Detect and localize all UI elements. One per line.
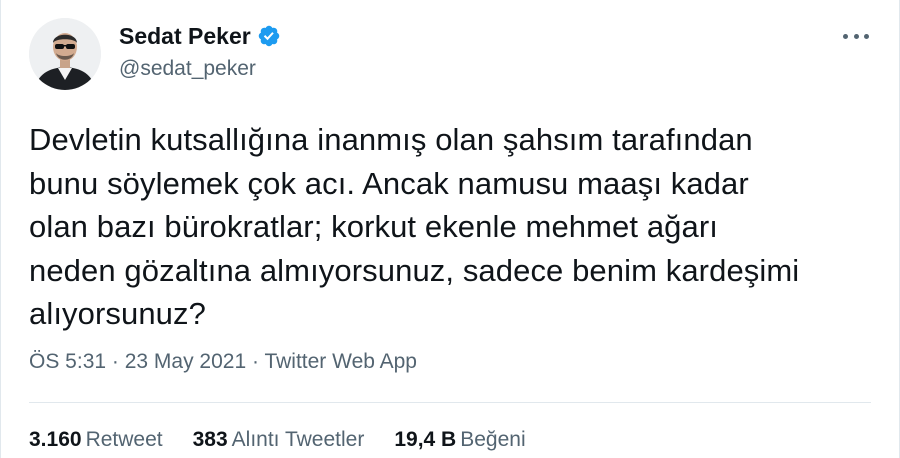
user-handle[interactable]: @sedat_peker	[119, 56, 281, 82]
avatar-image	[29, 18, 101, 90]
tweet-text-line: bunu söylemek çok acı. Ancak namusu maaş…	[29, 165, 749, 201]
tweet-stats: 3.160 Retweet 383 Alıntı Tweetler 19,4 B Be…	[29, 426, 556, 454]
tweet-text: Devletin kutsallığına inanmış olan şahsı…	[29, 118, 879, 336]
more-dot	[853, 33, 859, 39]
retweets-stat[interactable]: 3.160 Retweet	[29, 426, 163, 454]
retweets-count: 3.160	[29, 428, 82, 451]
tweet-text-line: olan bazı bürokratlar; korkut ekenle meh…	[29, 209, 718, 244]
divider	[29, 402, 871, 403]
quotes-count: 383	[192, 428, 228, 451]
tweet-card: Sedat Peker @sedat_peker Devletin kutsal…	[0, 0, 900, 458]
tweet-text-line: neden gözaltına almıyorsunuz, sadece ben…	[29, 252, 800, 288]
user-names: Sedat Peker @sedat_peker	[119, 22, 281, 82]
tweet-date[interactable]: 23 May 2021	[125, 350, 246, 373]
more-dot	[864, 33, 869, 39]
meta-separator: ·	[111, 350, 125, 373]
tweet-text-line: Devletin kutsallığına inanmış olan şahsı…	[29, 122, 753, 157]
quotes-label: Alıntı Tweetler	[231, 428, 365, 451]
likes-stat[interactable]: 19,4 B Beğeni	[394, 426, 525, 454]
verified-badge-icon	[257, 24, 281, 48]
display-name[interactable]: Sedat Peker	[119, 22, 251, 50]
meta-separator: ·	[252, 350, 265, 373]
quotes-stat[interactable]: 383 Alıntı Tweetler	[193, 426, 365, 454]
name-row: Sedat Peker	[119, 22, 281, 50]
tweet-text-line: alıyorsunuz?	[29, 296, 206, 331]
avatar[interactable]	[29, 18, 101, 90]
more-dot	[843, 33, 848, 39]
likes-count: 19,4 B	[394, 428, 457, 451]
likes-label: Beğeni	[460, 428, 526, 451]
tweet-source[interactable]: Twitter Web App	[264, 350, 417, 373]
more-options-icon[interactable]	[843, 26, 869, 46]
retweets-label: Retweet	[85, 428, 163, 451]
tweet-meta: ÖS 5:31 · 23 May 2021 · Twitter Web App	[29, 348, 417, 376]
tweet-time[interactable]: ÖS 5:31	[29, 350, 106, 373]
tweet-header: Sedat Peker @sedat_peker	[29, 18, 281, 90]
